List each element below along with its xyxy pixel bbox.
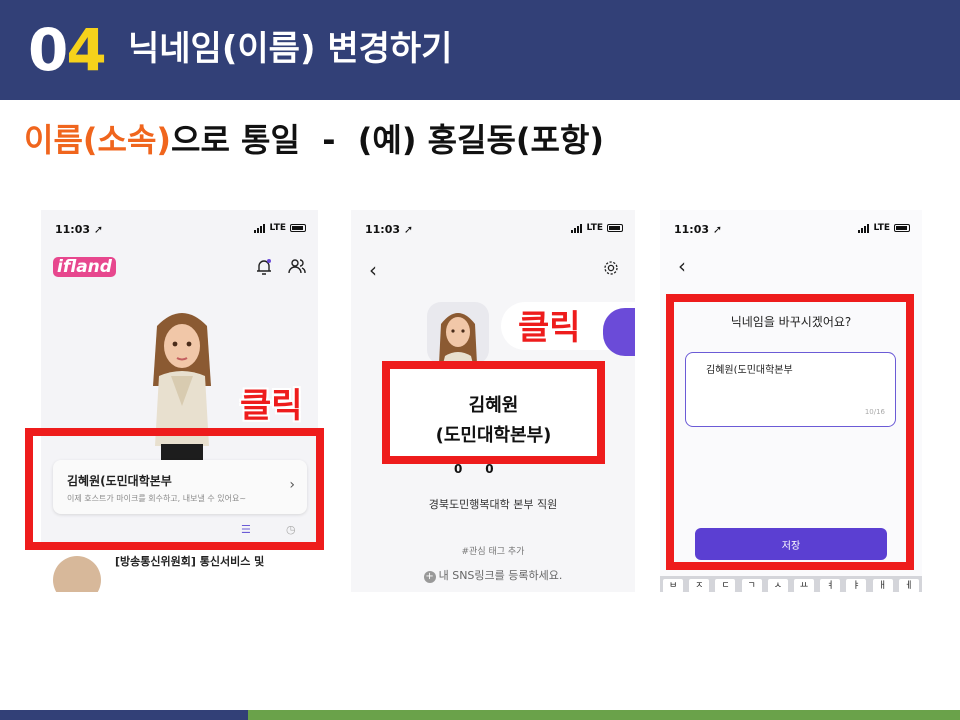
key[interactable]: ㅛ <box>794 579 815 592</box>
section-number: 04 <box>28 10 107 90</box>
ifland-logo: ifland <box>53 257 116 277</box>
highlight-name-text: 김혜원 <box>468 395 519 416</box>
battery-icon <box>894 224 910 232</box>
subtitle-highlight: 이름(소속) <box>24 121 172 159</box>
network-label: LTE <box>269 223 286 233</box>
status-time: 11:03 ➚ <box>365 223 414 236</box>
network-label: LTE <box>586 223 603 233</box>
key[interactable]: ㅑ <box>846 579 867 592</box>
profile-avatar[interactable] <box>427 302 489 364</box>
status-time: 11:03 ➚ <box>55 223 104 236</box>
footer-bar-right <box>248 710 960 720</box>
sns-link[interactable]: + 내 SNS링크를 등록하세요. <box>351 567 635 583</box>
header-band: 04 닉네임(이름) 변경하기 <box>0 0 960 100</box>
highlight-org-text: (도민대학본부) <box>435 425 552 446</box>
section-number-second: 4 <box>66 16 106 84</box>
click-callout-1: 클릭 <box>240 386 303 426</box>
gear-icon[interactable] <box>603 260 619 276</box>
network-label: LTE <box>873 223 890 233</box>
key[interactable]: ㅐ <box>872 579 893 592</box>
slide: 04 닉네임(이름) 변경하기 이름(소속)으로 통일 - (예) 홍길동(포항… <box>0 0 960 720</box>
status-time: 11:03 ➚ <box>674 223 723 236</box>
highlight-edit-dialog <box>666 294 914 570</box>
footer-bar-left <box>0 710 248 720</box>
key[interactable]: ㄱ <box>741 579 762 592</box>
key[interactable]: ㅂ <box>663 579 684 592</box>
status-indicators: LTE <box>254 223 306 233</box>
click-callout-2: 클릭 <box>518 308 581 348</box>
key[interactable]: ㅈ <box>689 579 710 592</box>
key[interactable]: ㅔ <box>898 579 919 592</box>
battery-icon <box>290 224 306 232</box>
signal-icon <box>254 223 266 233</box>
key[interactable]: ㅕ <box>820 579 841 592</box>
highlight-profile-card <box>25 428 324 550</box>
back-arrow-icon[interactable]: ‹ <box>678 254 686 278</box>
section-number-first: 0 <box>28 16 68 84</box>
back-arrow-icon[interactable]: ‹ <box>369 258 377 282</box>
add-tag-link[interactable]: #관심 태그 추가 <box>351 544 635 557</box>
profile-bio: 경북도민행복대학 본부 직원 <box>428 498 558 511</box>
friends-icon[interactable] <box>288 258 306 274</box>
edit-avatar-button[interactable] <box>603 308 635 356</box>
battery-icon <box>607 224 623 232</box>
subtitle-rest: 으로 통일 - (예) 홍길동(포항) <box>171 121 605 159</box>
status-indicators: LTE <box>858 223 910 233</box>
location-arrow-icon: ➚ <box>712 223 723 236</box>
avatar-face-icon <box>439 313 477 364</box>
plus-icon: + <box>423 571 436 583</box>
follow-stats: 0 0 <box>454 462 494 476</box>
status-indicators: LTE <box>571 223 623 233</box>
keyboard[interactable]: ㅂㅈㄷㄱㅅㅛㅕㅑㅐㅔ <box>660 576 922 592</box>
news-title[interactable]: [방송통신위원회] 통신서비스 및 <box>115 554 264 570</box>
location-arrow-icon: ➚ <box>403 223 414 236</box>
highlight-name[interactable]: 김혜원 (도민대학본부) <box>382 361 605 464</box>
subtitle: 이름(소속)으로 통일 - (예) 홍길동(포항) <box>24 118 604 162</box>
bell-icon[interactable] <box>256 258 272 276</box>
section-title: 닉네임(이름) 변경하기 <box>128 29 453 69</box>
key[interactable]: ㄷ <box>715 579 736 592</box>
signal-icon <box>858 223 870 233</box>
location-arrow-icon: ➚ <box>93 223 104 236</box>
signal-icon <box>571 223 583 233</box>
key[interactable]: ㅅ <box>767 579 788 592</box>
